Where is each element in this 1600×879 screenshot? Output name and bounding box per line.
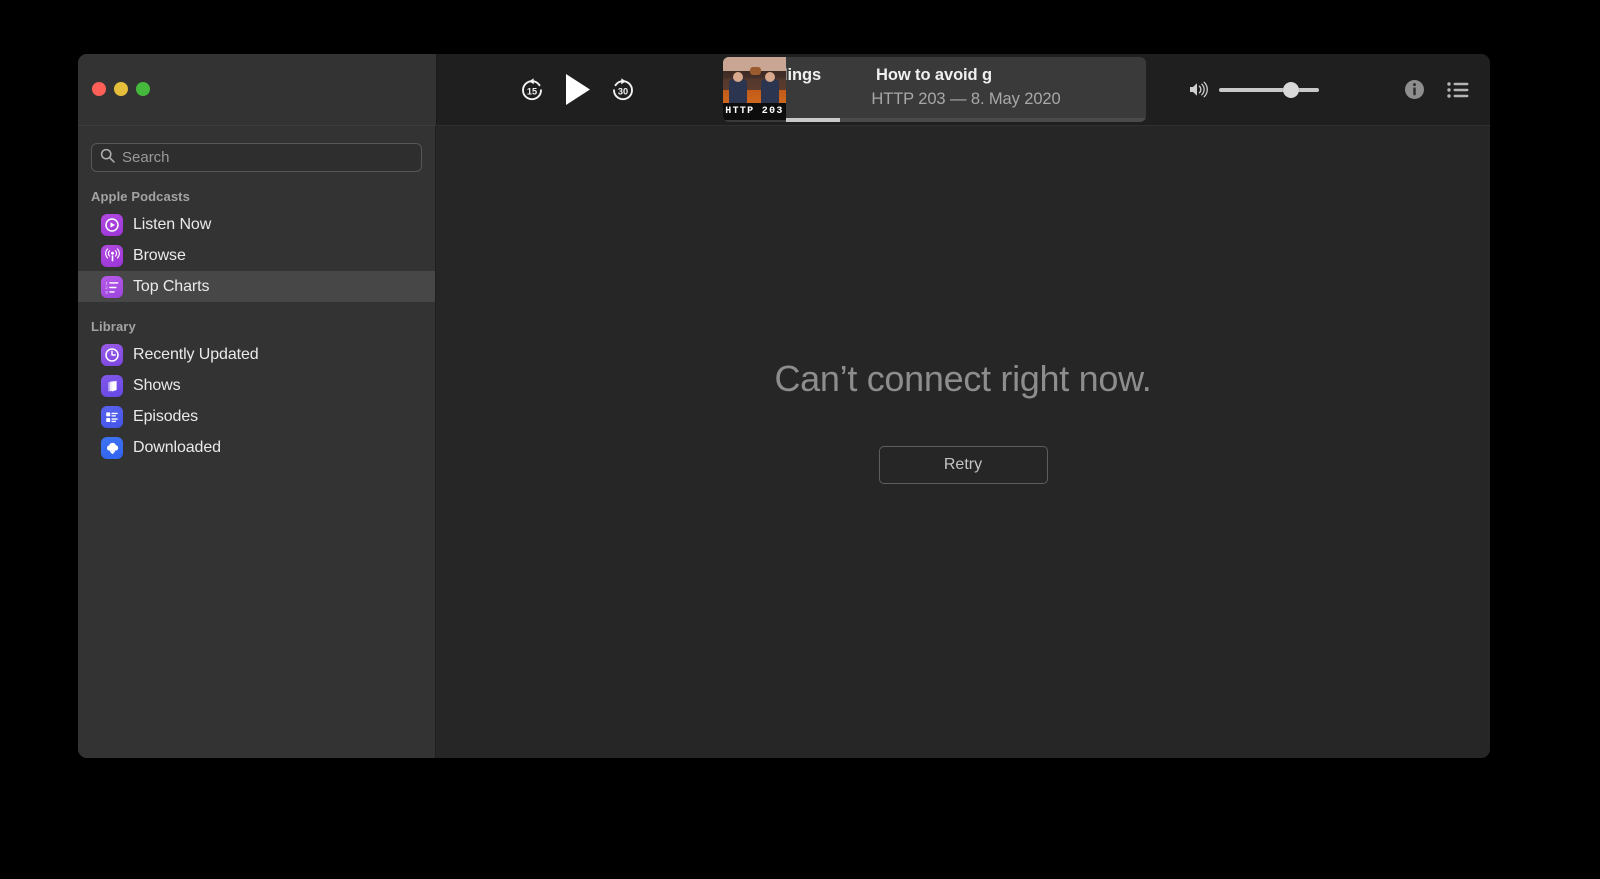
volume-track bbox=[1219, 87, 1319, 92]
browse-icon bbox=[101, 244, 123, 267]
window-body: Apple Podcasts Listen Now bbox=[78, 125, 1490, 758]
episode-artwork: HTTP 203 bbox=[723, 57, 786, 120]
sidebar-item-label: Top Charts bbox=[133, 277, 210, 295]
episodes-list-icon bbox=[101, 405, 123, 428]
sidebar-item-listen-now[interactable]: Listen Now bbox=[78, 209, 435, 240]
sidebar-section-title-library: Library bbox=[91, 319, 136, 334]
volume-slider[interactable] bbox=[1219, 81, 1319, 99]
close-button[interactable] bbox=[92, 82, 106, 96]
sidebar-item-recently-updated[interactable]: Recently Updated bbox=[78, 339, 435, 370]
search-icon bbox=[100, 148, 115, 168]
sidebar-item-shows[interactable]: Shows bbox=[78, 370, 435, 401]
artwork-head-left bbox=[733, 72, 743, 82]
skip-back-15-icon[interactable]: 15 bbox=[519, 77, 545, 103]
sidebar-item-browse[interactable]: Browse bbox=[78, 240, 435, 271]
sidebar-item-label: Shows bbox=[133, 376, 181, 394]
empty-state: Can’t connect right now. Retry bbox=[436, 358, 1490, 484]
toolbar-right-icons bbox=[1404, 54, 1469, 125]
search-area bbox=[91, 143, 422, 172]
retry-button[interactable]: Retry bbox=[878, 446, 1048, 484]
artwork-person-right bbox=[761, 79, 779, 105]
info-circle-icon[interactable] bbox=[1404, 79, 1425, 100]
search-box[interactable] bbox=[91, 143, 422, 172]
sidebar-item-top-charts[interactable]: 1 2 3 Top Charts bbox=[78, 271, 435, 302]
svg-text:3: 3 bbox=[105, 289, 108, 294]
volume-thumb[interactable] bbox=[1282, 81, 1299, 98]
titlebar: 15 30 HTTP 203 ings How to avoid g HTTP … bbox=[78, 54, 1490, 125]
podcasts-window: 15 30 HTTP 203 ings How to avoid g HTTP … bbox=[78, 54, 1490, 758]
sidebar: Apple Podcasts Listen Now bbox=[78, 125, 436, 758]
sidebar-item-label: Downloaded bbox=[133, 438, 221, 456]
empty-state-title: Can’t connect right now. bbox=[774, 358, 1152, 399]
listen-now-icon bbox=[101, 213, 123, 236]
playback-progress-bar[interactable] bbox=[786, 118, 1146, 122]
maximize-button[interactable] bbox=[136, 82, 150, 96]
transport-controls: 15 30 bbox=[519, 54, 636, 125]
titlebar-sidebar-region bbox=[78, 54, 436, 125]
artwork-title-label: HTTP 203 bbox=[723, 103, 786, 120]
sidebar-item-label: Browse bbox=[133, 246, 186, 264]
episode-title-part-2: How to avoid g bbox=[876, 66, 992, 84]
top-charts-icon: 1 2 3 bbox=[101, 275, 123, 298]
svg-text:30: 30 bbox=[618, 86, 628, 96]
sidebar-section-title-apple-podcasts: Apple Podcasts bbox=[91, 189, 190, 204]
artwork-lamp bbox=[750, 67, 761, 75]
play-button[interactable] bbox=[563, 73, 592, 106]
volume-control bbox=[1189, 54, 1319, 125]
svg-text:15: 15 bbox=[527, 86, 537, 96]
books-icon bbox=[101, 374, 123, 397]
now-playing-panel[interactable]: HTTP 203 d by text encodings How to avoid… bbox=[723, 57, 1146, 122]
sidebar-item-label: Recently Updated bbox=[133, 345, 259, 363]
now-playing-info: d by text encodings How to avoid g HTTP 2… bbox=[786, 57, 1146, 122]
cloud-download-icon bbox=[101, 436, 123, 459]
playback-progress-fill bbox=[786, 118, 840, 122]
list-icon[interactable] bbox=[1447, 81, 1469, 98]
episode-subtitle: HTTP 203 — 8. May 2020 bbox=[871, 90, 1061, 108]
titlebar-player-region: 15 30 HTTP 203 ings How to avoid g HTTP … bbox=[436, 54, 1490, 125]
minimize-button[interactable] bbox=[114, 82, 128, 96]
sidebar-item-label: Episodes bbox=[133, 407, 199, 425]
search-input[interactable] bbox=[122, 149, 413, 166]
artwork-person-left bbox=[729, 79, 747, 105]
sidebar-item-episodes[interactable]: Episodes bbox=[78, 401, 435, 432]
sidebar-item-label: Listen Now bbox=[133, 215, 212, 233]
skip-forward-30-icon[interactable]: 30 bbox=[610, 77, 636, 103]
clock-icon bbox=[101, 343, 123, 366]
artwork-head-right bbox=[765, 72, 775, 82]
window-controls bbox=[92, 82, 150, 96]
episode-title-marquee: d by text encodings How to avoid g bbox=[786, 66, 992, 85]
speaker-wave-icon[interactable] bbox=[1189, 81, 1209, 98]
sidebar-item-downloaded[interactable]: Downloaded bbox=[78, 432, 435, 463]
main-content: Can’t connect right now. Retry bbox=[436, 125, 1490, 758]
episode-title-part-1: d by text encodings bbox=[786, 66, 822, 84]
